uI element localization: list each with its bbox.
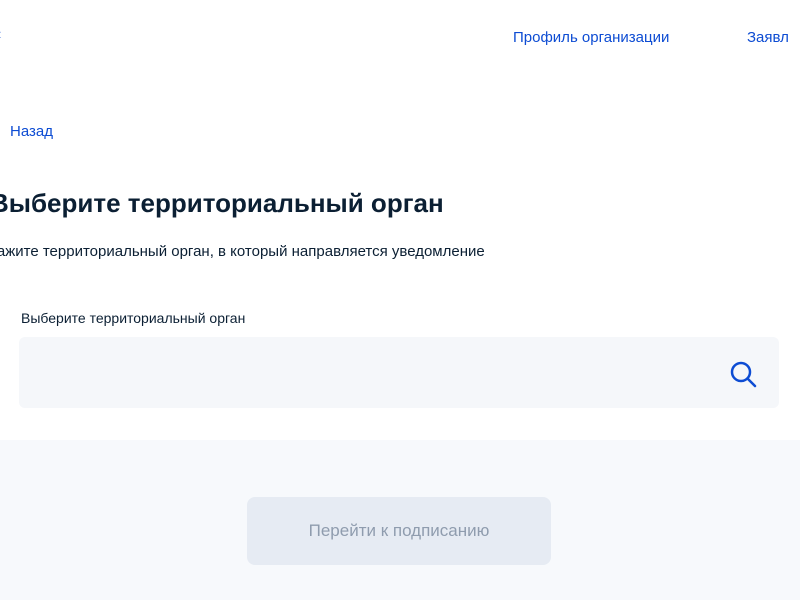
search-icon[interactable] [727, 358, 759, 390]
back-label: Назад [10, 123, 53, 140]
go-to-signing-button[interactable]: Перейти к подписанию [247, 497, 551, 565]
page-subtitle: кажите территориальный орган, в который … [0, 243, 485, 260]
territorial-body-search-field[interactable] [19, 337, 779, 408]
nav-link-organization-profile[interactable]: Профиль организации [513, 29, 669, 46]
top-header: ‹ Профиль организации Заявл [0, 0, 800, 80]
main-card: Назад Выберите территориальный орган каж… [0, 80, 800, 440]
territorial-body-field-label: Выберите территориальный орган [21, 310, 246, 326]
territorial-body-search-input[interactable] [19, 337, 709, 408]
logo-fragment[interactable]: ‹ [0, 26, 4, 44]
page-title: Выберите территориальный орган [0, 188, 444, 218]
nav-link-applications[interactable]: Заявл [747, 29, 789, 46]
page: ‹ Профиль организации Заявл Назад Выбери… [0, 0, 800, 600]
back-link[interactable]: Назад [10, 123, 53, 140]
